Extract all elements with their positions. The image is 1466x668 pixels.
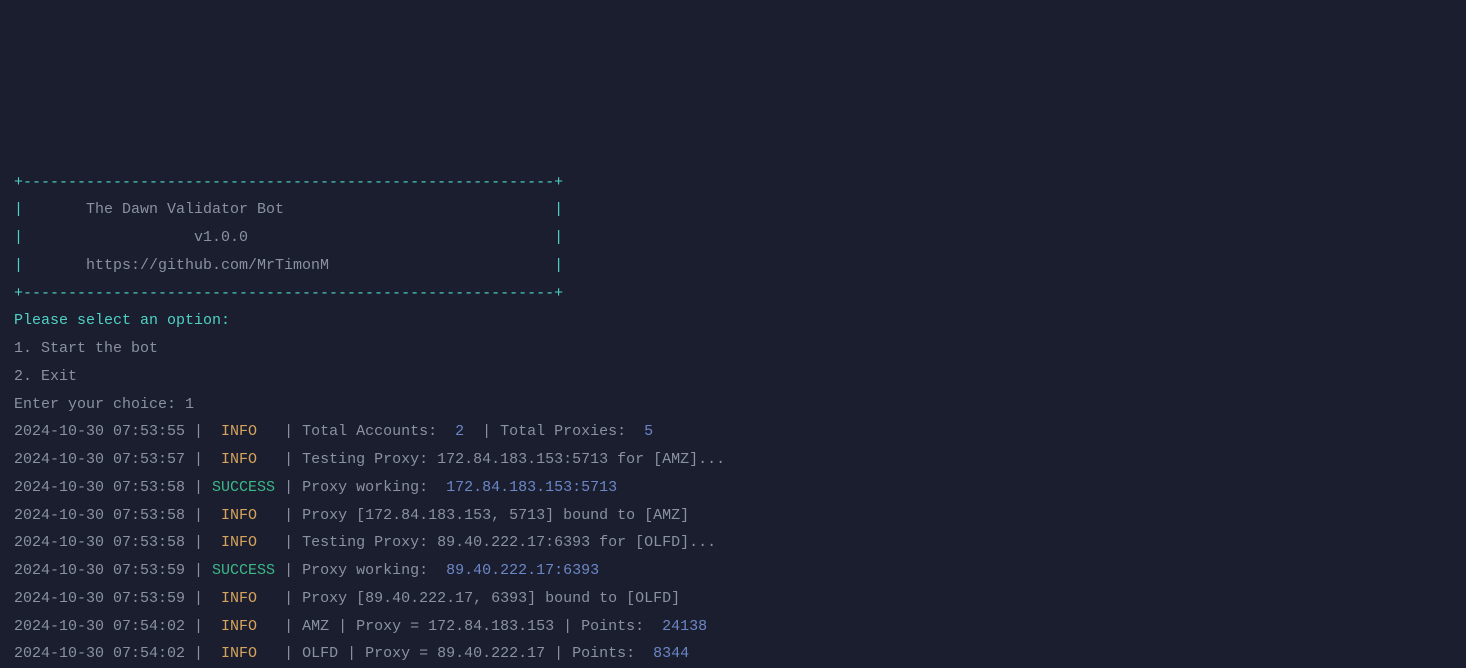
menu-prompt: Please select an option: <box>14 312 230 329</box>
log-message-segment: Proxy working: <box>302 479 446 496</box>
log-message-segment: Total Accounts: <box>302 423 455 440</box>
log-message-segment: OLFD | Proxy = 89.40.222.17 | Points: <box>302 645 653 662</box>
log-timestamp: 2024-10-30 07:53:58 <box>14 534 185 551</box>
log-timestamp: 2024-10-30 07:53:58 <box>14 479 185 496</box>
log-message-segment: Proxy [172.84.183.153, 5713] bound to [A… <box>302 507 689 524</box>
log-timestamp: 2024-10-30 07:53:55 <box>14 423 185 440</box>
log-line: 2024-10-30 07:53:58 | INFO | Proxy [172.… <box>14 502 1466 530</box>
pipe-icon: | <box>275 562 302 579</box>
log-timestamp: 2024-10-30 07:54:02 <box>14 645 185 662</box>
log-level: INFO <box>212 618 275 635</box>
banner-border-right: | <box>329 257 563 274</box>
log-line: 2024-10-30 07:53:58 | SUCCESS | Proxy wo… <box>14 474 1466 502</box>
pipe-icon: | <box>185 562 212 579</box>
log-output: 2024-10-30 07:53:55 | INFO | Total Accou… <box>14 418 1466 668</box>
log-line: 2024-10-30 07:53:59 | INFO | Proxy [89.4… <box>14 585 1466 613</box>
banner-border-left: | <box>14 229 194 246</box>
log-message-segment: 8344 <box>653 645 689 662</box>
banner-border-left: | <box>14 257 86 274</box>
pipe-icon: | <box>275 451 302 468</box>
log-message-segment: Testing Proxy: 89.40.222.17:6393 for [OL… <box>302 534 716 551</box>
banner-border-bottom: +---------------------------------------… <box>14 285 563 302</box>
log-message-segment: 5 <box>644 423 653 440</box>
log-message-segment: 89.40.222.17:6393 <box>446 562 599 579</box>
pipe-icon: | <box>275 590 302 607</box>
pipe-icon: | <box>185 618 212 635</box>
log-level: INFO <box>212 423 275 440</box>
log-timestamp: 2024-10-30 07:53:58 <box>14 507 185 524</box>
log-level: INFO <box>212 534 275 551</box>
log-message-segment: 2 <box>455 423 464 440</box>
log-timestamp: 2024-10-30 07:54:02 <box>14 618 185 635</box>
banner-border-right: | <box>284 201 563 218</box>
log-message-segment: Testing Proxy: 172.84.183.153:5713 for [… <box>302 451 725 468</box>
log-message-segment: Proxy working: <box>302 562 446 579</box>
log-line: 2024-10-30 07:53:57 | INFO | Testing Pro… <box>14 446 1466 474</box>
banner-title: The Dawn Validator Bot <box>86 201 284 218</box>
log-level: INFO <box>212 590 275 607</box>
pipe-icon: | <box>185 534 212 551</box>
choice-input[interactable]: 1 <box>185 396 194 413</box>
log-level: INFO <box>212 451 275 468</box>
log-level: SUCCESS <box>212 562 275 579</box>
log-line: 2024-10-30 07:53:59 | SUCCESS | Proxy wo… <box>14 557 1466 585</box>
pipe-icon: | <box>185 590 212 607</box>
log-timestamp: 2024-10-30 07:53:57 <box>14 451 185 468</box>
log-message-segment: 172.84.183.153:5713 <box>446 479 617 496</box>
log-level: SUCCESS <box>212 479 275 496</box>
pipe-icon: | <box>275 618 302 635</box>
banner-version: v1.0.0 <box>194 229 248 246</box>
log-level: INFO <box>212 507 275 524</box>
terminal-output[interactable]: +---------------------------------------… <box>0 139 1466 668</box>
log-line: 2024-10-30 07:54:02 | INFO | AMZ | Proxy… <box>14 613 1466 641</box>
pipe-icon: | <box>275 507 302 524</box>
banner-border-left: | <box>14 201 86 218</box>
banner-border-top: +---------------------------------------… <box>14 174 563 191</box>
log-message-segment: Proxy [89.40.222.17, 6393] bound to [OLF… <box>302 590 680 607</box>
menu-option-exit[interactable]: 2. Exit <box>14 368 77 385</box>
pipe-icon: | <box>185 451 212 468</box>
pipe-icon: | <box>275 645 302 662</box>
banner-url: https://github.com/MrTimonM <box>86 257 329 274</box>
pipe-icon: | <box>185 479 212 496</box>
pipe-icon: | <box>275 534 302 551</box>
menu-option-start[interactable]: 1. Start the bot <box>14 340 158 357</box>
pipe-icon: | <box>185 507 212 524</box>
log-line: 2024-10-30 07:53:58 | INFO | Testing Pro… <box>14 529 1466 557</box>
log-message-segment: AMZ | Proxy = 172.84.183.153 | Points: <box>302 618 662 635</box>
log-timestamp: 2024-10-30 07:53:59 <box>14 562 185 579</box>
banner-border-right: | <box>248 229 563 246</box>
pipe-icon: | <box>275 423 302 440</box>
choice-prompt: Enter your choice: <box>14 396 185 413</box>
log-level: INFO <box>212 645 275 662</box>
log-line: 2024-10-30 07:54:02 | INFO | OLFD | Prox… <box>14 640 1466 668</box>
log-message-segment: | Total Proxies: <box>464 423 644 440</box>
pipe-icon: | <box>185 645 212 662</box>
log-message-segment: 24138 <box>662 618 707 635</box>
pipe-icon: | <box>275 479 302 496</box>
log-line: 2024-10-30 07:53:55 | INFO | Total Accou… <box>14 418 1466 446</box>
log-timestamp: 2024-10-30 07:53:59 <box>14 590 185 607</box>
pipe-icon: | <box>185 423 212 440</box>
